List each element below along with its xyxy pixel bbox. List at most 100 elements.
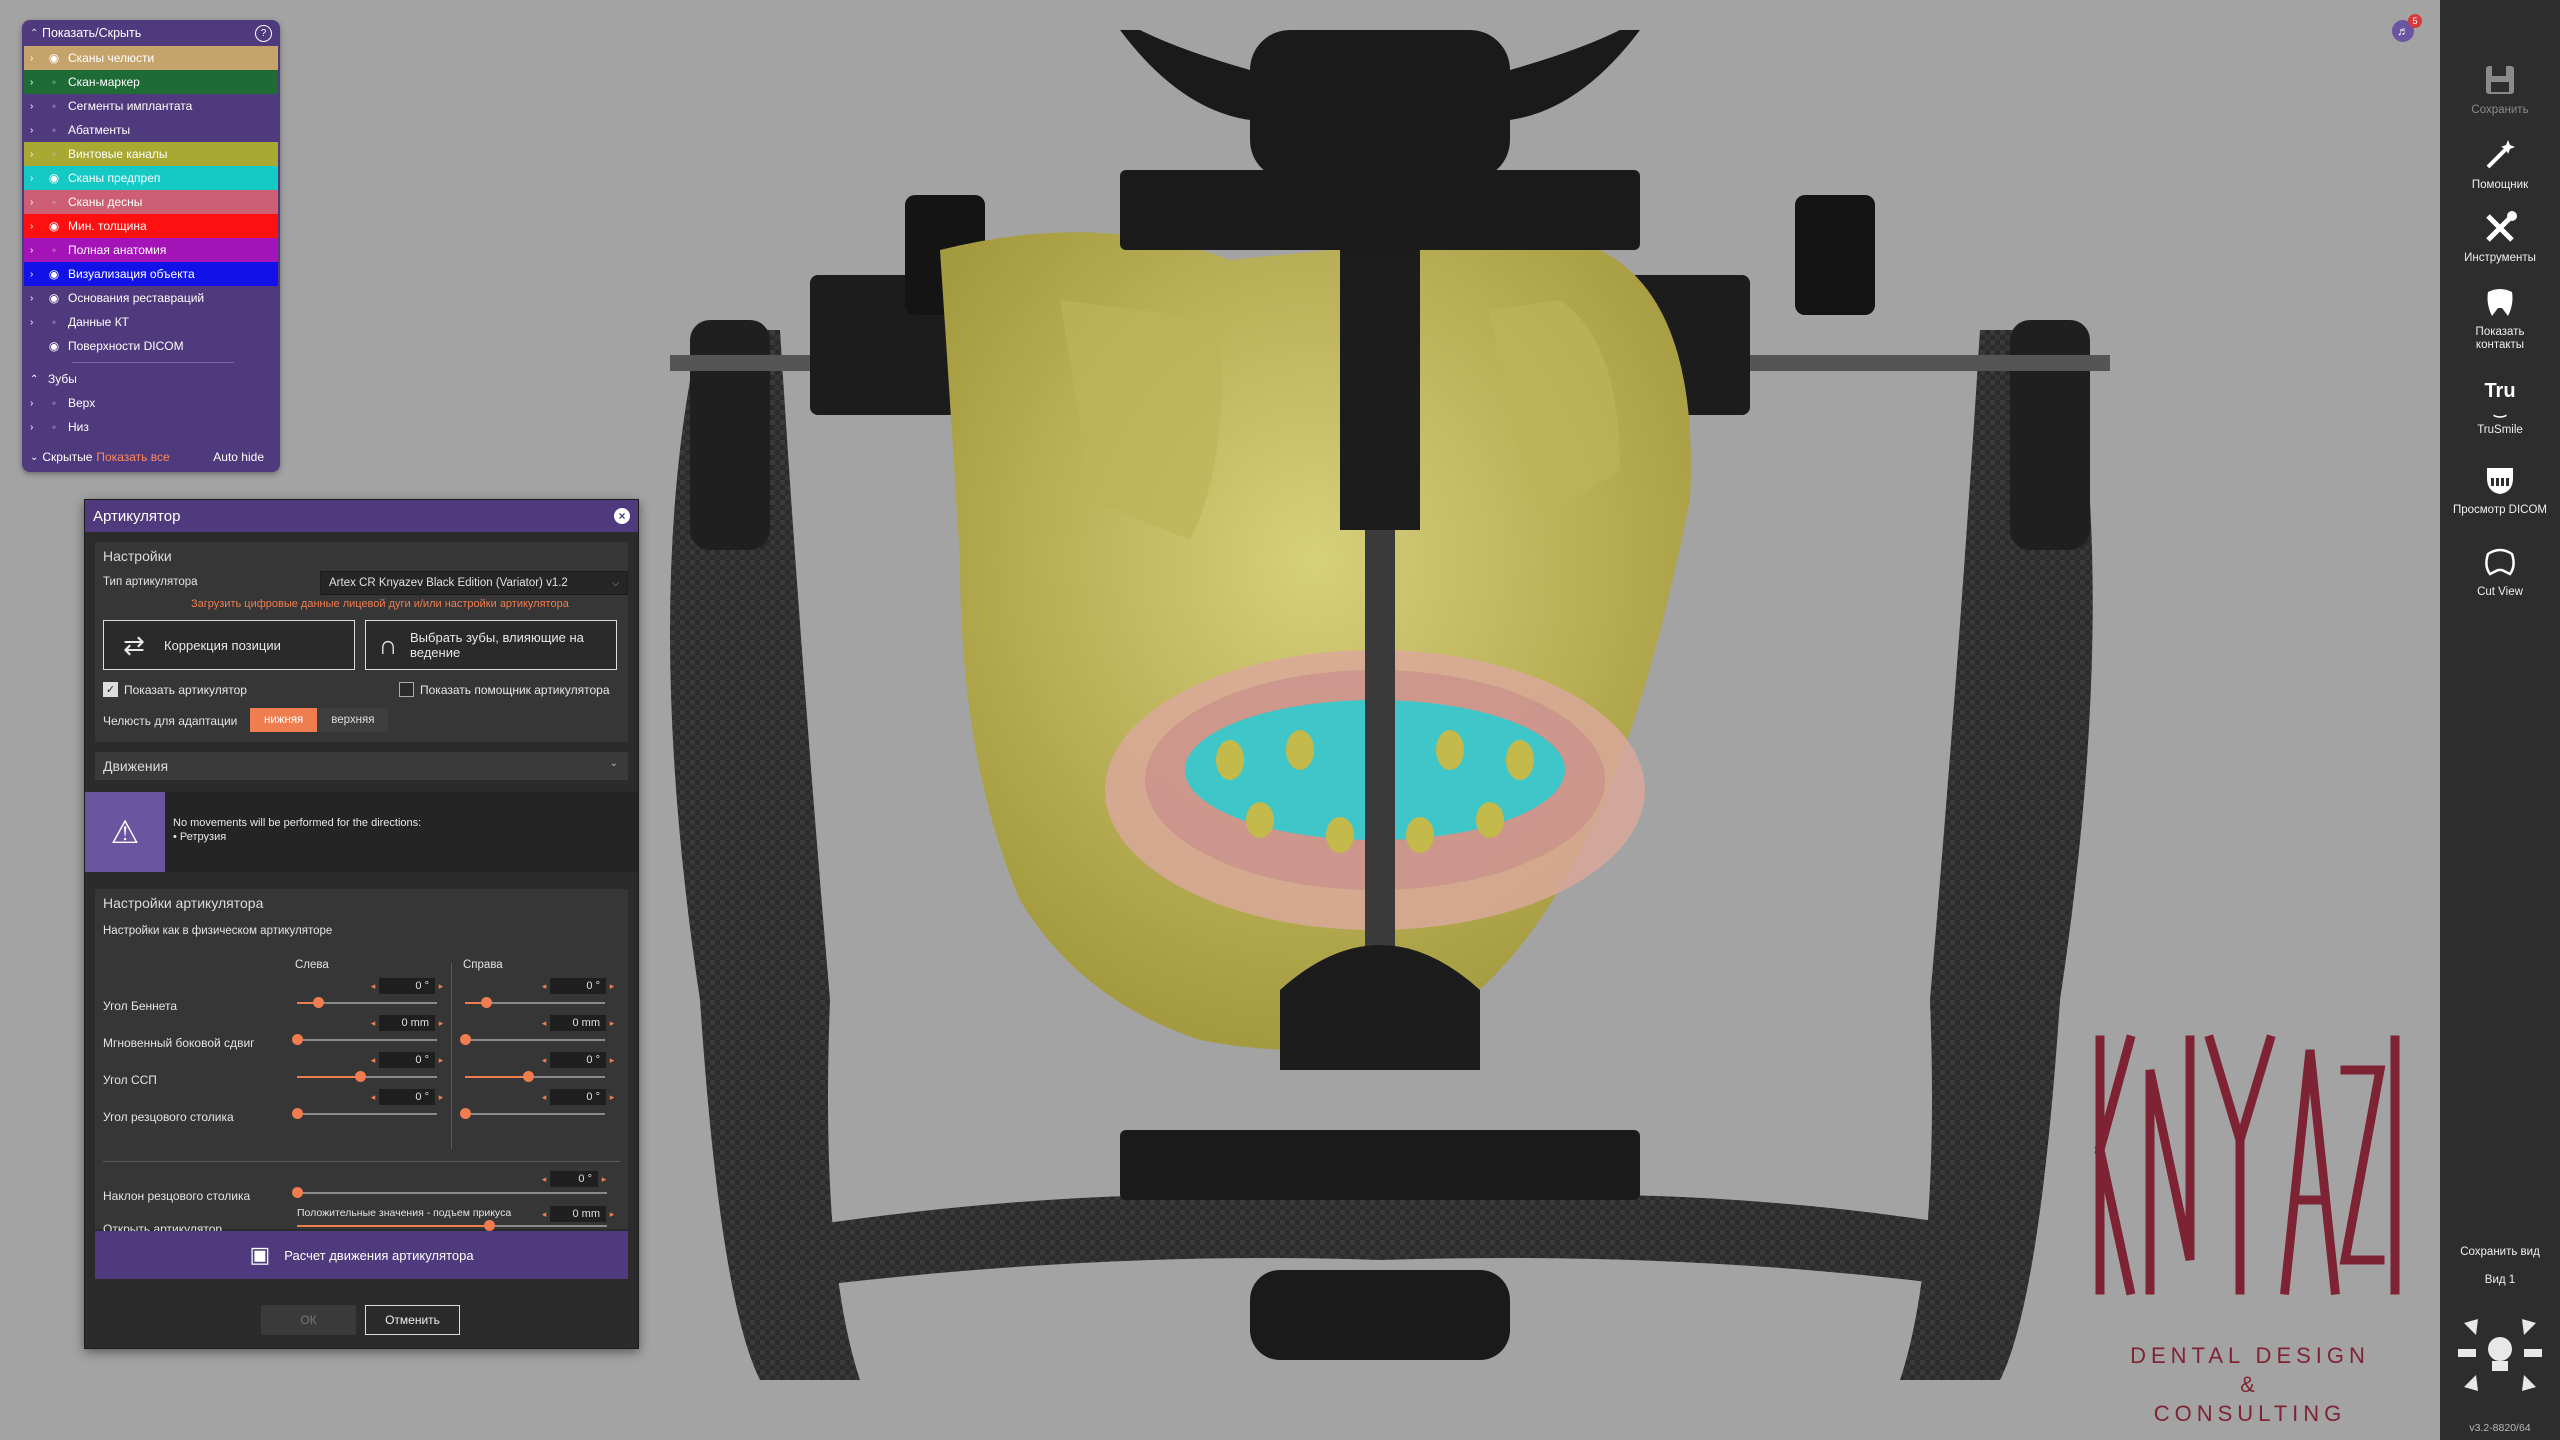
right-slider[interactable]	[465, 996, 605, 1010]
chevron-right-icon[interactable]: ›	[30, 125, 44, 136]
incline-value[interactable]: 0 °	[550, 1171, 598, 1187]
eye-hidden-icon[interactable]: ◦	[44, 99, 64, 113]
left-spinbox[interactable]: ◂ 0 ° ▸	[367, 1088, 447, 1106]
auto-hide-toggle[interactable]: Auto hide	[213, 450, 264, 464]
decrement-icon[interactable]: ◂	[367, 1055, 379, 1066]
tree-item-3[interactable]: › ◦ Абатменты	[24, 118, 278, 142]
eye-hidden-icon[interactable]: ◦	[44, 243, 64, 257]
left-spinbox[interactable]: ◂ 0 ° ▸	[367, 1051, 447, 1069]
eye-hidden-icon[interactable]: ◦	[44, 147, 64, 161]
help-icon[interactable]: ?	[255, 24, 272, 42]
eye-hidden-icon[interactable]: ◦	[44, 195, 64, 209]
chevron-right-icon[interactable]: ›	[30, 245, 44, 256]
tree-item-upper-teeth[interactable]: › ◦ Верх	[24, 391, 278, 415]
slider-knob[interactable]	[292, 1034, 303, 1045]
eye-hidden-icon[interactable]: ◦	[44, 123, 64, 137]
slider-knob[interactable]	[313, 997, 324, 1008]
increment-icon[interactable]: ▸	[606, 1055, 618, 1066]
close-icon[interactable]: ×	[614, 508, 630, 524]
tree-item-5[interactable]: › ◉ Сканы предпреп	[24, 166, 278, 190]
eye-icon[interactable]: ◉	[44, 219, 64, 233]
increment-icon[interactable]: ▸	[435, 1055, 447, 1066]
tree-item-0[interactable]: › ◉ Сканы челюсти	[24, 46, 278, 70]
chevron-down-icon[interactable]: ⌄	[30, 452, 38, 463]
tree-item-lower-teeth[interactable]: › ◦ Низ	[24, 415, 278, 439]
decrement-icon[interactable]: ◂	[538, 1209, 550, 1220]
chevron-right-icon[interactable]: ›	[30, 398, 44, 409]
chevron-right-icon[interactable]: ›	[30, 293, 44, 304]
tree-item-10[interactable]: › ◉ Основания реставраций	[24, 286, 278, 310]
chevron-right-icon[interactable]: ›	[30, 173, 44, 184]
show-articulator-row[interactable]: ✓ Показать артикулятор	[103, 682, 247, 697]
right-value[interactable]: 0 °	[550, 978, 606, 994]
jaw-lower-option[interactable]: нижняя	[250, 708, 318, 732]
right-spinbox[interactable]: ◂ 0 ° ▸	[538, 1051, 618, 1069]
left-spinbox[interactable]: ◂ 0 ° ▸	[367, 977, 447, 995]
chevron-right-icon[interactable]: ›	[30, 53, 44, 64]
tree-item-11[interactable]: › ◦ Данные КТ	[24, 310, 278, 334]
increment-icon[interactable]: ▸	[435, 1018, 447, 1029]
save-button[interactable]: Сохранить	[2440, 60, 2560, 116]
left-slider[interactable]	[297, 996, 437, 1010]
slider-knob[interactable]	[523, 1071, 534, 1082]
incline-slider[interactable]	[292, 1186, 607, 1200]
tree-item-8[interactable]: › ◦ Полная анатомия	[24, 238, 278, 262]
increment-icon[interactable]: ▸	[606, 1092, 618, 1103]
tools-button[interactable]: Инструменты	[2440, 208, 2560, 264]
slider-knob[interactable]	[481, 997, 492, 1008]
left-value[interactable]: 0 °	[379, 978, 435, 994]
select-guiding-teeth-button[interactable]: ∩ Выбрать зубы, влияющие на ведение	[365, 620, 617, 670]
cancel-button[interactable]: Отменить	[365, 1305, 460, 1335]
chevron-right-icon[interactable]: ›	[30, 317, 44, 328]
hidden-objects-label[interactable]: Скрытые	[42, 450, 92, 464]
left-value[interactable]: 0 °	[379, 1089, 435, 1105]
right-spinbox[interactable]: ◂ 0 ° ▸	[538, 1088, 618, 1106]
left-slider[interactable]	[297, 1070, 437, 1084]
decrement-icon[interactable]: ◂	[538, 1092, 550, 1103]
eye-icon[interactable]: ◉	[44, 291, 64, 305]
dicom-view-button[interactable]: Просмотр DICOM	[2440, 460, 2560, 516]
left-slider[interactable]	[292, 1107, 437, 1121]
view-cube-icon[interactable]	[2450, 1305, 2550, 1405]
slider-knob[interactable]	[292, 1187, 303, 1198]
right-value[interactable]: 0 °	[550, 1052, 606, 1068]
teeth-group-header[interactable]: ⌃ Зубы	[24, 367, 278, 391]
tree-item-6[interactable]: › ◦ Сканы десны	[24, 190, 278, 214]
chevron-right-icon[interactable]: ›	[30, 422, 44, 433]
increment-icon[interactable]: ▸	[435, 1092, 447, 1103]
slider-knob[interactable]	[355, 1071, 366, 1082]
increment-icon[interactable]: ▸	[606, 1209, 618, 1220]
chevron-right-icon[interactable]: ›	[30, 221, 44, 232]
eye-icon[interactable]: ◉	[44, 51, 64, 65]
notification-bell[interactable]: ♬ 5	[2392, 14, 2422, 42]
increment-icon[interactable]: ▸	[606, 1018, 618, 1029]
slider-knob[interactable]	[484, 1220, 496, 1231]
slider-knob[interactable]	[292, 1108, 303, 1119]
articulator-type-select[interactable]: Artex CR Knyazev Black Edition (Variator…	[320, 571, 628, 595]
eye-hidden-icon[interactable]: ◦	[44, 315, 64, 329]
eye-hidden-icon[interactable]: ◦	[44, 396, 64, 410]
chevron-right-icon[interactable]: ›	[30, 197, 44, 208]
eye-icon[interactable]: ◉	[44, 267, 64, 281]
increment-icon[interactable]: ▸	[598, 1174, 610, 1185]
cut-view-button[interactable]: Cut View	[2440, 542, 2560, 598]
slider-knob[interactable]	[460, 1108, 471, 1119]
right-value[interactable]: 0 mm	[550, 1015, 606, 1031]
tree-item-12[interactable]: ◉ Поверхности DICOM	[24, 334, 278, 358]
view-name[interactable]: Вид 1	[2440, 1274, 2560, 1286]
right-slider[interactable]	[460, 1107, 605, 1121]
right-spinbox[interactable]: ◂ 0 mm ▸	[538, 1014, 618, 1032]
tree-item-2[interactable]: › ◦ Сегменты имплантата	[24, 94, 278, 118]
decrement-icon[interactable]: ◂	[538, 1174, 550, 1185]
show-articulator-checkbox[interactable]: ✓	[103, 682, 118, 697]
decrement-icon[interactable]: ◂	[538, 1018, 550, 1029]
left-value[interactable]: 0 °	[379, 1052, 435, 1068]
ok-button[interactable]: ОК	[261, 1305, 356, 1335]
show-helper-row[interactable]: Показать помощник артикулятора	[399, 682, 610, 697]
increment-icon[interactable]: ▸	[606, 981, 618, 992]
show-contacts-button[interactable]: Показать контакты	[2440, 282, 2560, 352]
slider-knob[interactable]	[460, 1034, 471, 1045]
left-value[interactable]: 0 mm	[379, 1015, 435, 1031]
decrement-icon[interactable]: ◂	[367, 981, 379, 992]
increment-icon[interactable]: ▸	[435, 981, 447, 992]
